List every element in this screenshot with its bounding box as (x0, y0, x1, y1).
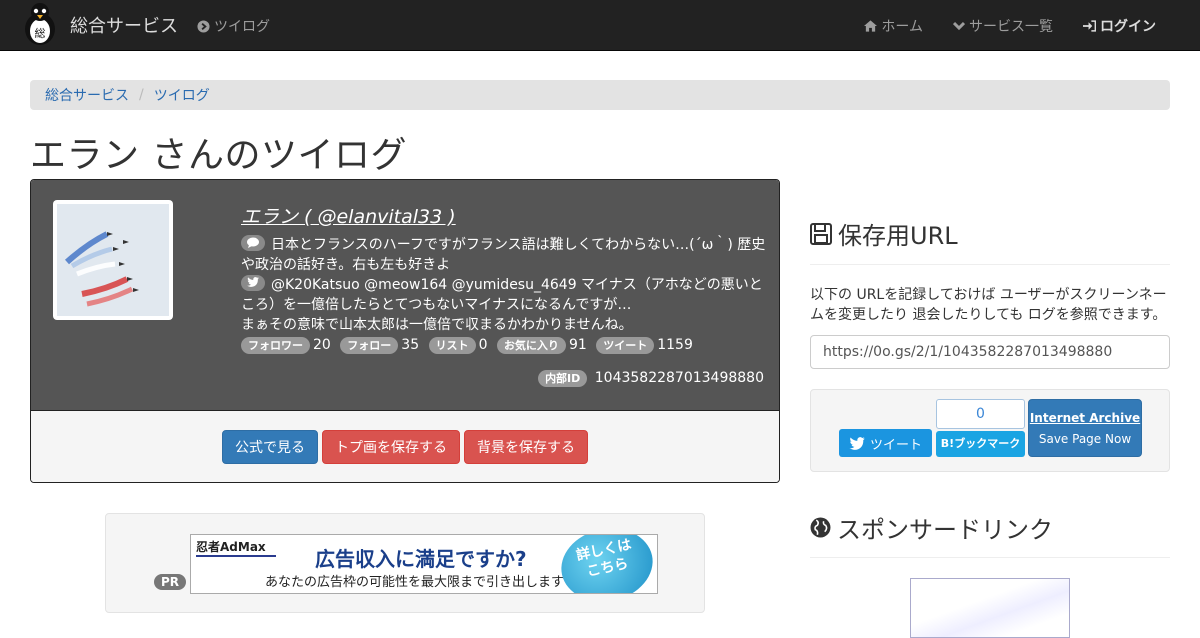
save-url-input[interactable] (810, 335, 1170, 369)
save-url-heading: 保存用URL (810, 216, 958, 251)
sponsor-heading: スポンサードリンク (810, 510, 1053, 545)
view-official-button[interactable]: 公式で見る (222, 429, 318, 464)
avatar-image (57, 204, 169, 316)
internal-id-badge: 内部ID (538, 370, 588, 387)
ad-banner[interactable]: 忍者AdMax 広告収入に満足ですか? あなたの広告枠の可能性を最大限まで引き出… (190, 534, 658, 594)
save-url-title: 保存用URL (838, 222, 958, 250)
ad-subtext: あなたの広告枠の可能性を最大限まで引き出します (265, 575, 565, 590)
profile-actions: 公式で見る トプ画を保存する 背景を保存する (31, 410, 779, 482)
stat-value-lists: 0 (478, 337, 488, 353)
breadcrumb-link-tsuilog[interactable]: ツイログ (154, 85, 210, 105)
tweet-share-label: ツイート (869, 437, 922, 453)
pr-badge: PR (154, 574, 187, 590)
profile-header: エラン ( @elanvital33 ) 日本とフランスのハーフですがフランス語… (31, 180, 779, 410)
nav-services-label: サービス一覧 (969, 19, 1053, 35)
stat-badge-favorites: お気に入り (496, 337, 566, 354)
nav-services[interactable]: サービス一覧 (953, 16, 1053, 36)
profile-bio: 日本とフランスのハーフですがフランス語は難しくてわからない…(´ω｀) 歴史や政… (241, 235, 769, 275)
internal-id: 内部ID 1043582287013498880 (538, 370, 764, 387)
stat-badge-followers: フォロワー (241, 337, 310, 354)
ad-headline: 広告収入に満足ですか? (315, 547, 527, 571)
divider (810, 557, 1170, 558)
stat-value-followers: 20 (313, 337, 331, 353)
profile-name-link[interactable]: エラン ( @elanvital33 ) (241, 202, 769, 229)
hatena-bookmark-count[interactable]: 0 (936, 399, 1025, 429)
internet-archive-title: Internet Archive (1029, 411, 1141, 425)
profile-stats: フォロワー 20 フォロー 35 リスト 0 お気に入り 91 ツイート 1159 (241, 335, 769, 355)
share-well: ツイート 0 B!ブックマーク Internet Archive Save Pa… (810, 389, 1170, 472)
home-icon (864, 20, 878, 32)
breadcrumb-link-home[interactable]: 総合サービス (45, 85, 129, 105)
ad-logo: 忍者AdMax (196, 540, 266, 554)
save-profile-image-button[interactable]: トプ画を保存する (322, 429, 460, 464)
divider (810, 264, 1170, 265)
ad-well: PR 忍者AdMax 広告収入に満足ですか? あなたの広告枠の可能性を最大限まで… (105, 513, 705, 613)
hatena-bookmark-widget: 0 B!ブックマーク (936, 399, 1025, 457)
globe-icon (810, 517, 831, 538)
stat-badge-following: フォロー (340, 337, 399, 354)
save-url-description: 以下の URLを記録しておけば ユーザーがスクリーンネームを変更したり 退会した… (810, 287, 1167, 323)
profile-tweet-line2: まぁその意味で山本太郎は一億倍で収まるかわかりませんね。 (241, 317, 633, 333)
nav-tsuilog[interactable]: ツイログ (197, 16, 270, 36)
nav-home[interactable]: ホーム (864, 16, 923, 36)
tweet-share-button[interactable]: ツイート (839, 429, 932, 457)
chevron-down-icon (953, 21, 965, 31)
internet-archive-sub: Save Page Now (1038, 432, 1132, 446)
stat-value-following: 35 (401, 337, 420, 353)
navbar: 総 総合サービス ツイログ ホーム サービス一覧 ログイン (0, 0, 1200, 51)
floppy-disk-icon (810, 222, 832, 245)
stat-value-favorites: 91 (568, 337, 587, 353)
profile-info: エラン ( @elanvital33 ) 日本とフランスのハーフですがフランス語… (241, 202, 769, 355)
stat-badge-tweets: ツイート (596, 337, 655, 354)
profile-bio-text: 日本とフランスのハーフですがフランス語は難しくてわからない…(´ω｀) 歴史や政… (241, 237, 766, 273)
nav-home-label: ホーム (881, 19, 923, 35)
twitter-bird-icon (241, 275, 265, 291)
page-title: エラン さんのツイログ (30, 135, 407, 176)
sign-in-icon (1083, 20, 1096, 32)
stat-value-tweets: 1159 (657, 337, 693, 353)
internal-id-value: 1043582287013498880 (594, 370, 764, 386)
nav-login[interactable]: ログイン (1083, 16, 1156, 36)
ad-cta-circle: 詳しくは こちら (554, 535, 657, 593)
penguin-logo-icon: 総 (25, 3, 55, 45)
stat-badge-lists: リスト (428, 337, 476, 354)
internet-archive-button[interactable]: Internet Archive Save Page Now (1028, 399, 1142, 457)
nav-login-label: ログイン (1100, 19, 1156, 35)
brand-text: 総合サービス (70, 16, 178, 37)
chevron-circle-right-icon (197, 19, 210, 33)
avatar (53, 200, 173, 320)
save-background-button[interactable]: 背景を保存する (464, 429, 588, 464)
svg-text:総: 総 (35, 26, 46, 40)
comment-icon (241, 235, 265, 251)
profile-latest-tweet: @K20Katsuo @meow164 @yumidesu_4649 マイナス（… (241, 275, 769, 315)
sponsor-ad-image[interactable] (910, 578, 1070, 638)
profile-card: エラン ( @elanvital33 ) 日本とフランスのハーフですがフランス語… (30, 179, 780, 483)
hatena-bookmark-button[interactable]: B!ブックマーク (936, 431, 1025, 457)
sponsor-title: スポンサードリンク (837, 516, 1053, 544)
twitter-bird-icon (849, 436, 865, 450)
brand-link[interactable]: 総 総合サービス (20, 2, 178, 46)
nav-tsuilog-label: ツイログ (214, 19, 270, 35)
ad-logo-underline (196, 555, 276, 557)
breadcrumb-separator: / (139, 87, 144, 103)
profile-tweet-text: @K20Katsuo @meow164 @yumidesu_4649 マイナス（… (241, 277, 763, 313)
breadcrumb: 総合サービス / ツイログ (30, 80, 1170, 110)
